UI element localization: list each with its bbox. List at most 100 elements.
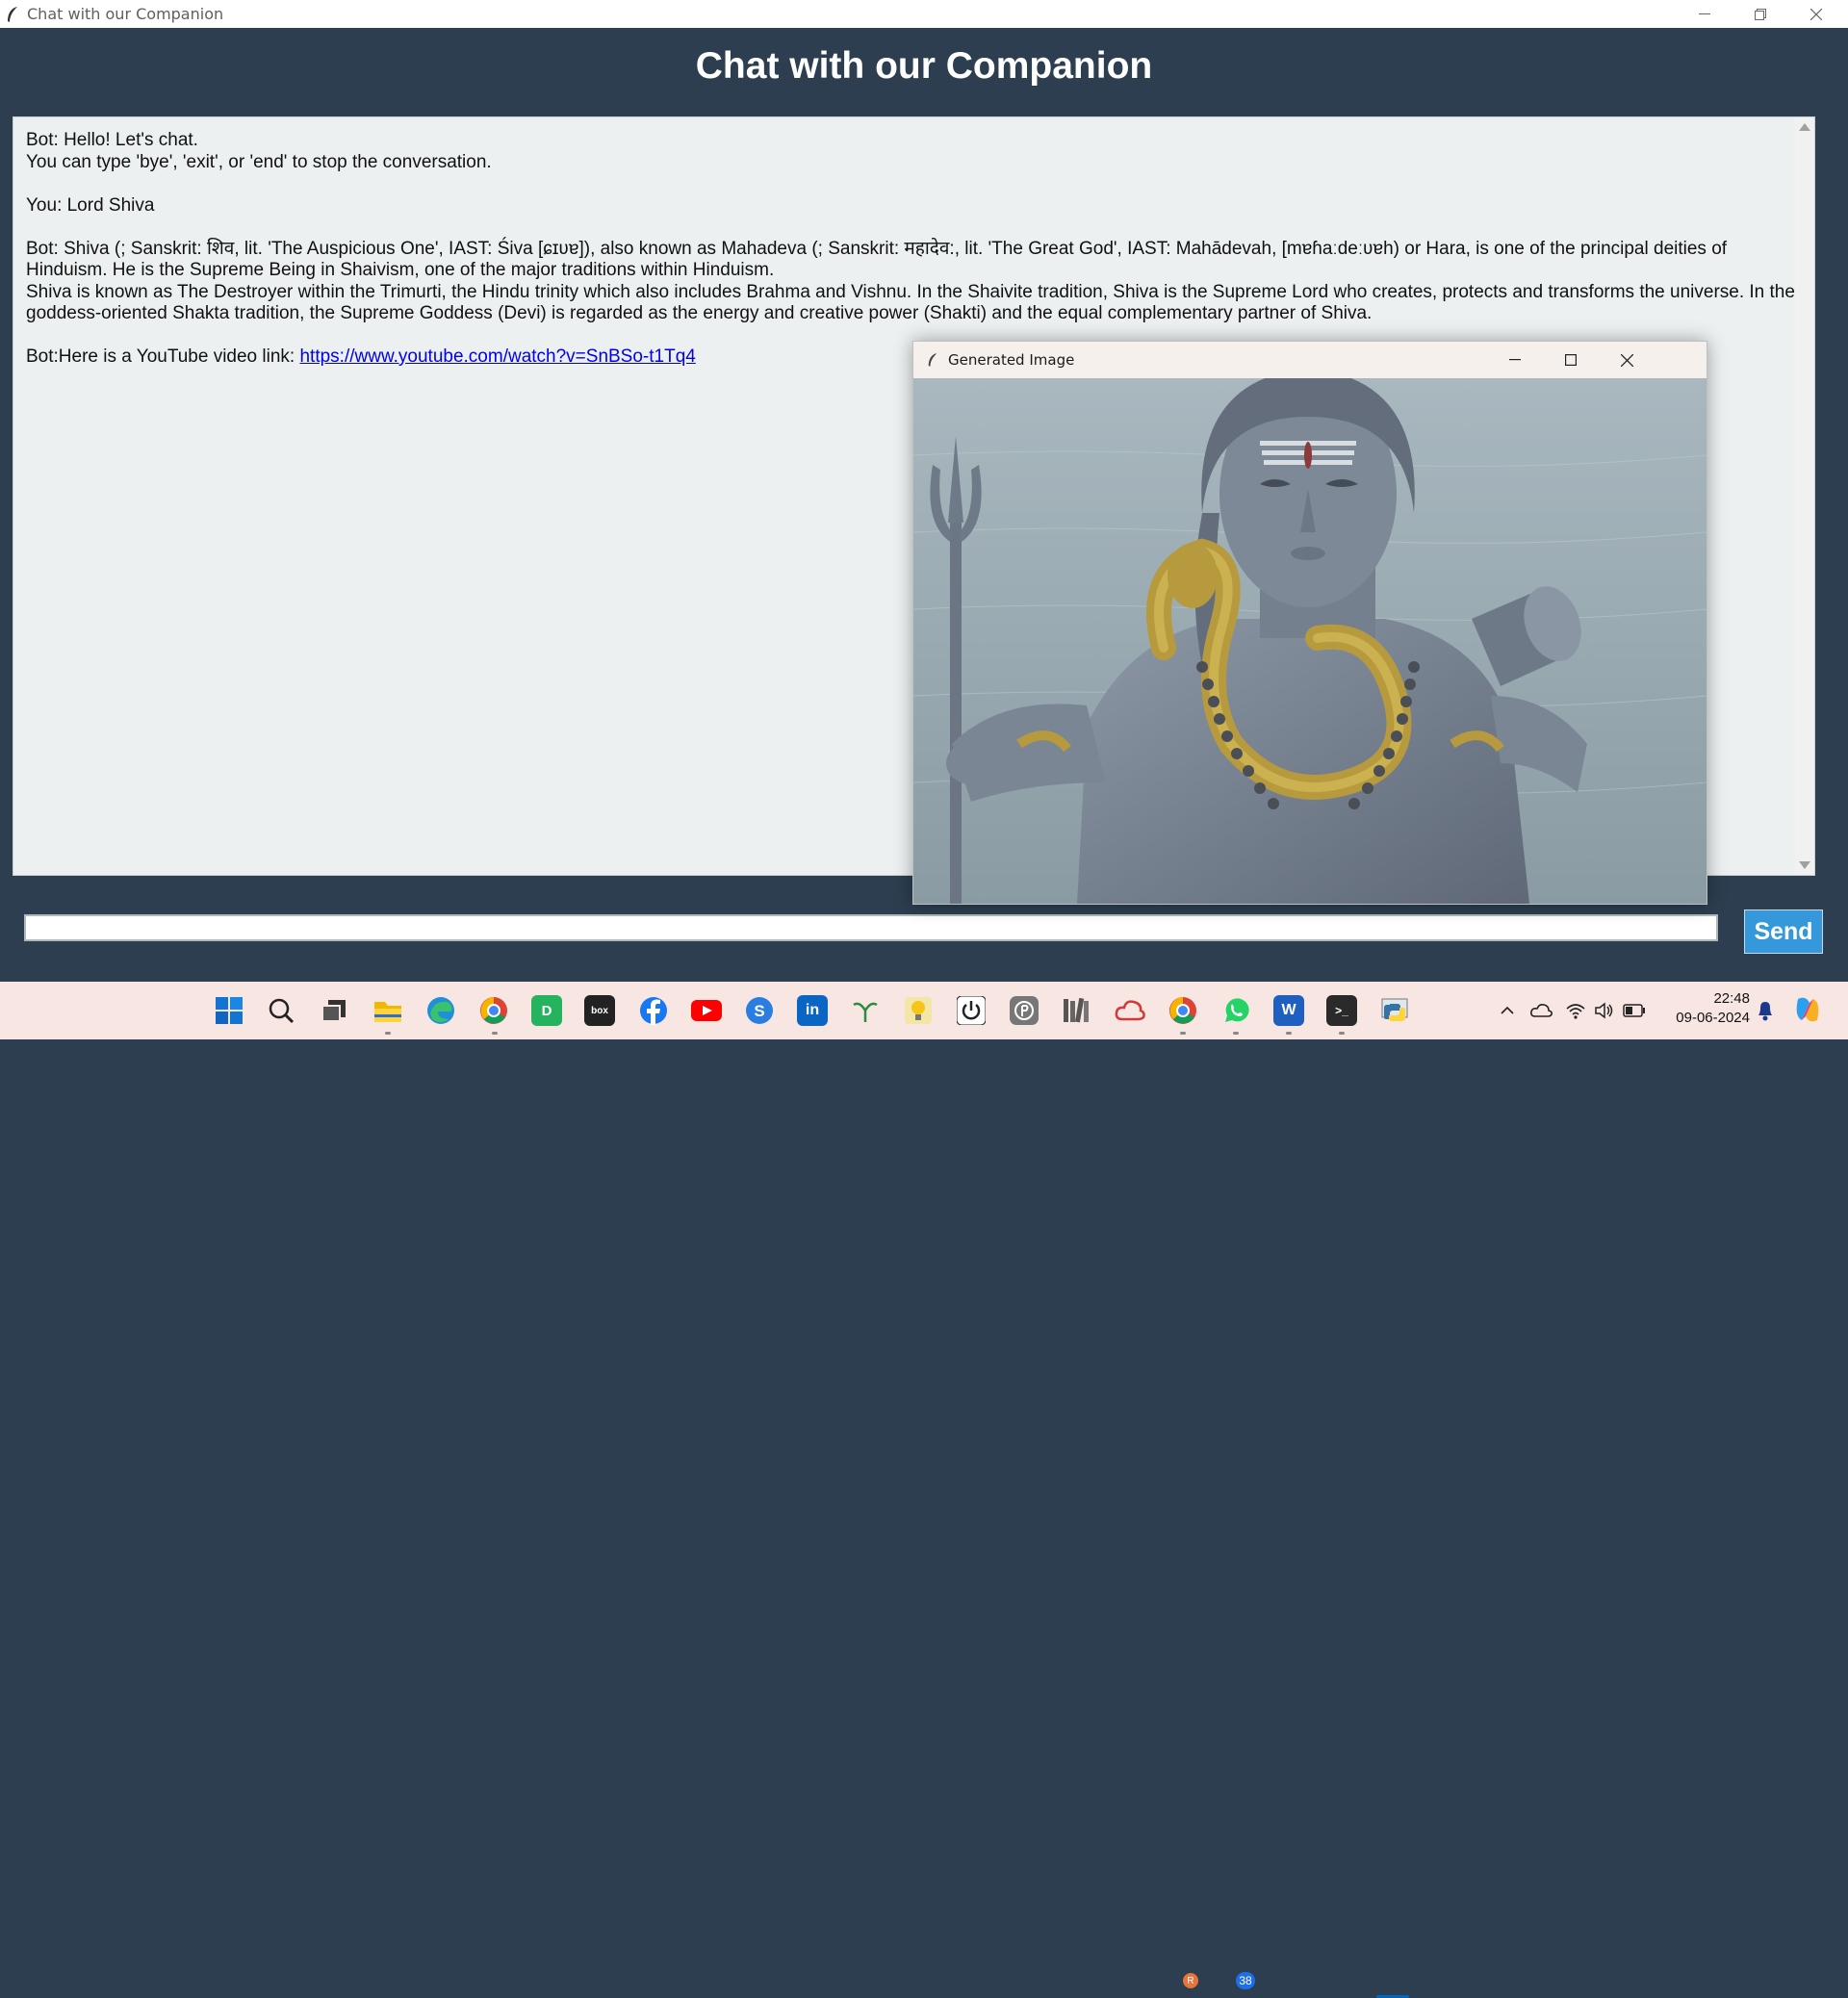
maximize-icon — [1755, 8, 1766, 20]
notification-bell-icon — [1758, 1002, 1772, 1021]
app-p-button[interactable] — [1009, 995, 1040, 1026]
youtube-link[interactable]: https://www.youtube.com/watch?v=SnBSo-t1… — [299, 346, 695, 367]
page-title: Chat with our Companion — [695, 45, 1153, 87]
chrome-icon — [1169, 997, 1196, 1024]
python-app-button[interactable] — [1379, 995, 1410, 1026]
taskbar-clock[interactable]: 22:48 09-06-2024 — [1669, 989, 1750, 1028]
facebook-icon — [640, 997, 667, 1025]
app-leaf-button[interactable] — [850, 995, 881, 1026]
task-view-button[interactable] — [319, 995, 349, 1026]
box-app-icon: box — [591, 1005, 608, 1016]
minimize-icon — [1509, 359, 1521, 361]
popup-minimize-button[interactable] — [1487, 342, 1543, 378]
whatsapp-button[interactable] — [1220, 995, 1251, 1026]
search-icon — [269, 998, 295, 1024]
bot-greeting: Bot: Hello! Let's chat. — [26, 130, 198, 150]
python-icon — [1381, 998, 1408, 1021]
bot-answer-continued: Shiva is known as The Destroyer within t… — [26, 281, 1795, 324]
chrome-icon — [480, 997, 507, 1024]
books-icon — [1064, 997, 1089, 1023]
battery-icon[interactable] — [1623, 1004, 1646, 1017]
window-title: Chat with our Companion — [27, 5, 224, 23]
youtube-button[interactable] — [691, 995, 722, 1026]
app-bulb-button[interactable] — [903, 995, 934, 1026]
youtube-icon — [691, 1000, 722, 1021]
minimize-icon — [1699, 13, 1710, 14]
p-app-icon — [1010, 996, 1039, 1025]
chrome-profile-badge: R — [1183, 1973, 1198, 1988]
task-view-icon — [321, 1000, 346, 1022]
close-button[interactable] — [1788, 0, 1844, 28]
maximize-icon — [1565, 354, 1577, 366]
bot-answer: Bot: Shiva (; Sanskrit: शिव, lit. 'The A… — [26, 238, 1728, 281]
app-d-button[interactable]: D — [531, 995, 562, 1026]
edge-button[interactable] — [425, 995, 456, 1026]
scroll-down-icon[interactable] — [1799, 861, 1810, 869]
chat-scrollbar[interactable] — [1795, 117, 1814, 875]
app-s-button[interactable]: S — [744, 995, 775, 1026]
chevron-up-icon[interactable] — [1498, 1001, 1517, 1020]
sprout-icon — [853, 1002, 878, 1022]
generated-image-window: Generated Image — [912, 341, 1707, 905]
chrome-button[interactable] — [1168, 995, 1198, 1026]
edge-icon — [427, 997, 454, 1024]
feather-icon — [8, 6, 17, 22]
file-explorer-button[interactable] — [372, 995, 403, 1026]
scroll-up-icon[interactable] — [1799, 123, 1810, 131]
bot-instructions: You can type 'bye', 'exit', or 'end' to … — [26, 151, 492, 172]
generated-image — [913, 378, 1707, 904]
terminal-button[interactable]: >_ — [1326, 995, 1357, 1026]
app-d-icon: D — [541, 1002, 552, 1019]
search-button[interactable] — [266, 995, 296, 1026]
restore-button[interactable] — [1732, 0, 1788, 28]
notification-button[interactable] — [1756, 999, 1775, 1027]
clock-time: 22:48 — [1713, 990, 1750, 1007]
wifi-icon[interactable] — [1565, 1001, 1586, 1020]
svg-text:S: S — [754, 1002, 764, 1020]
popup-titlebar[interactable]: Generated Image — [913, 342, 1707, 378]
s-app-icon: S — [746, 997, 773, 1024]
linkedin-button[interactable]: in — [797, 995, 828, 1026]
window-titlebar: Chat with our Companion — [0, 0, 1848, 28]
linkedin-icon: in — [805, 1002, 820, 1018]
taskbar: D box S in R 38 W >_ 22:48 09-06-2024 — [0, 982, 1848, 1998]
whatsapp-icon — [1225, 998, 1249, 1022]
app-cloud-button[interactable] — [1115, 995, 1145, 1026]
terminal-icon: >_ — [1335, 1004, 1348, 1017]
app-header: Chat with our Companion — [0, 28, 1848, 105]
popup-close-button[interactable] — [1599, 342, 1655, 378]
lightbulb-icon — [905, 997, 932, 1024]
whatsapp-badge: 38 — [1236, 1972, 1255, 1989]
word-button[interactable]: W — [1273, 995, 1304, 1026]
video-prefix: Bot:Here is a YouTube video link: — [26, 346, 300, 367]
feather-icon — [928, 353, 937, 367]
system-tray — [1498, 982, 1646, 1039]
cloud-icon — [1115, 1000, 1145, 1021]
copilot-button[interactable] — [1792, 995, 1823, 1029]
user-message: You: Lord Shiva — [26, 194, 155, 216]
clock-date: 09-06-2024 — [1676, 1010, 1750, 1026]
chat-text: Bot: Hello! Let's chat. You can type 'by… — [26, 130, 1797, 369]
close-icon — [1620, 353, 1633, 367]
message-input[interactable] — [24, 914, 1718, 941]
onedrive-icon[interactable] — [1530, 1001, 1553, 1020]
close-icon — [1810, 8, 1822, 20]
input-row: Send — [0, 909, 1848, 954]
minimize-button[interactable] — [1677, 0, 1732, 28]
volume-icon[interactable] — [1594, 1001, 1615, 1020]
chrome-profile-button[interactable] — [478, 995, 509, 1026]
file-explorer-icon — [374, 1002, 401, 1022]
start-button[interactable] — [214, 995, 244, 1026]
word-icon: W — [1281, 1002, 1296, 1018]
send-button[interactable]: Send — [1744, 909, 1823, 954]
app-power-button[interactable] — [956, 995, 987, 1026]
app-books-button[interactable] — [1062, 995, 1092, 1026]
popup-title: Generated Image — [948, 351, 1075, 369]
windows-start-icon — [216, 997, 243, 1024]
popup-maximize-button[interactable] — [1543, 342, 1599, 378]
facebook-button[interactable] — [638, 995, 669, 1026]
app-box-button[interactable]: box — [584, 995, 615, 1026]
power-icon — [957, 996, 986, 1025]
shiva-statue-image — [913, 378, 1707, 904]
copilot-icon — [1796, 997, 1819, 1022]
